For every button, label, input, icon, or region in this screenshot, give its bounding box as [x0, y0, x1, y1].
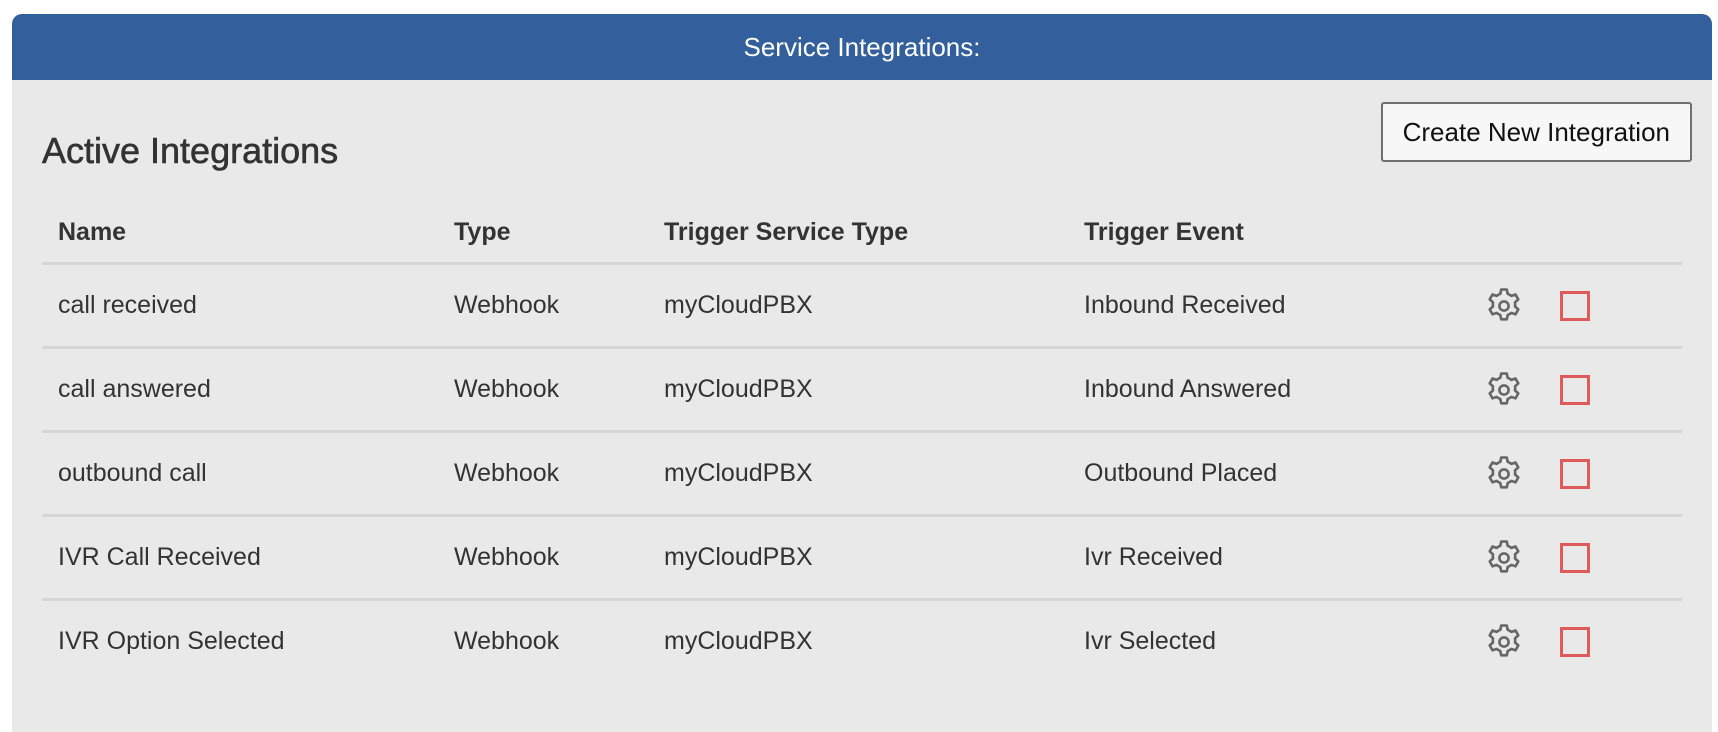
column-header-trigger-service-type: Trigger Service Type: [648, 202, 1068, 265]
cell-name: call answered: [42, 347, 438, 433]
cell-trigger-event: Inbound Received: [1068, 263, 1464, 349]
table-row: IVR Option Selected Webhook myCloudPBX I…: [42, 600, 1682, 683]
cell-actions: [1464, 263, 1682, 349]
cell-type: Webhook: [438, 347, 648, 433]
delete-checkbox[interactable]: [1560, 374, 1590, 405]
column-header-trigger-event: Trigger Event: [1068, 202, 1464, 265]
cell-name: outbound call: [42, 431, 438, 517]
row-actions: [1480, 286, 1682, 326]
gear-icon[interactable]: [1484, 286, 1524, 326]
table-body: call received Webhook myCloudPBX Inbound…: [42, 263, 1682, 683]
column-header-actions: [1464, 202, 1682, 265]
table-row: IVR Call Received Webhook myCloudPBX Ivr…: [42, 515, 1682, 601]
cell-name: call received: [42, 263, 438, 349]
gear-icon-graphic: [1488, 371, 1520, 405]
create-new-integration-button[interactable]: Create New Integration: [1380, 102, 1692, 162]
cell-actions: [1464, 515, 1682, 601]
delete-checkbox[interactable]: [1560, 626, 1590, 657]
cell-type: Webhook: [454, 627, 560, 655]
cell-trigger-service-type: myCloudPBX: [648, 263, 1068, 349]
table-row: outbound call Webhook myCloudPBX Outboun…: [42, 431, 1682, 517]
row-actions: [1480, 370, 1682, 410]
row-actions: [1480, 622, 1682, 662]
column-header-type: Type: [438, 202, 648, 265]
gear-icon[interactable]: [1484, 454, 1524, 494]
row-actions: [1480, 538, 1682, 578]
cell-name: IVR Option Selected: [58, 627, 285, 655]
cell-type: Webhook: [438, 431, 648, 517]
gear-icon[interactable]: [1484, 622, 1524, 662]
cell-actions: [1464, 431, 1682, 517]
delete-checkbox[interactable]: [1560, 290, 1590, 321]
gear-icon-graphic: [1488, 539, 1520, 573]
delete-checkbox[interactable]: [1560, 458, 1590, 489]
panel-header: Service Integrations:: [12, 14, 1712, 80]
cell-trigger-service-type: myCloudPBX: [664, 627, 813, 655]
cell-trigger-event: Ivr Received: [1068, 515, 1464, 601]
gear-icon-graphic: [1488, 623, 1520, 657]
cell-trigger-service-type: myCloudPBX: [648, 347, 1068, 433]
cell-trigger-event: Ivr Selected: [1084, 627, 1217, 655]
cell-actions: [1464, 600, 1682, 683]
table-row: call answered Webhook myCloudPBX Inbound…: [42, 347, 1682, 433]
cell-name: IVR Call Received: [42, 515, 438, 601]
section-title: Active Integrations: [42, 130, 339, 172]
gear-icon-graphic: [1488, 287, 1520, 321]
gear-icon[interactable]: [1484, 370, 1524, 410]
service-integrations-panel: Service Integrations: Active Integration…: [12, 14, 1712, 732]
column-header-name: Name: [42, 202, 438, 265]
cell-trigger-service-type: myCloudPBX: [648, 431, 1068, 517]
gear-icon[interactable]: [1484, 538, 1524, 578]
cell-trigger-event: Inbound Answered: [1068, 347, 1464, 433]
gear-icon-graphic: [1488, 455, 1520, 489]
panel-header-title: Service Integrations:: [743, 31, 981, 62]
integrations-table: Name Type Trigger Service Type Trigger E…: [42, 202, 1682, 682]
delete-checkbox[interactable]: [1560, 542, 1590, 573]
table-header-row: Name Type Trigger Service Type Trigger E…: [42, 202, 1682, 265]
cell-actions: [1464, 347, 1682, 433]
table-row: call received Webhook myCloudPBX Inbound…: [42, 263, 1682, 349]
cell-type: Webhook: [438, 263, 648, 349]
cell-trigger-service-type: myCloudPBX: [648, 515, 1068, 601]
cell-type: Webhook: [438, 515, 648, 601]
cell-trigger-event: Outbound Placed: [1068, 431, 1464, 517]
row-actions: [1480, 454, 1682, 494]
